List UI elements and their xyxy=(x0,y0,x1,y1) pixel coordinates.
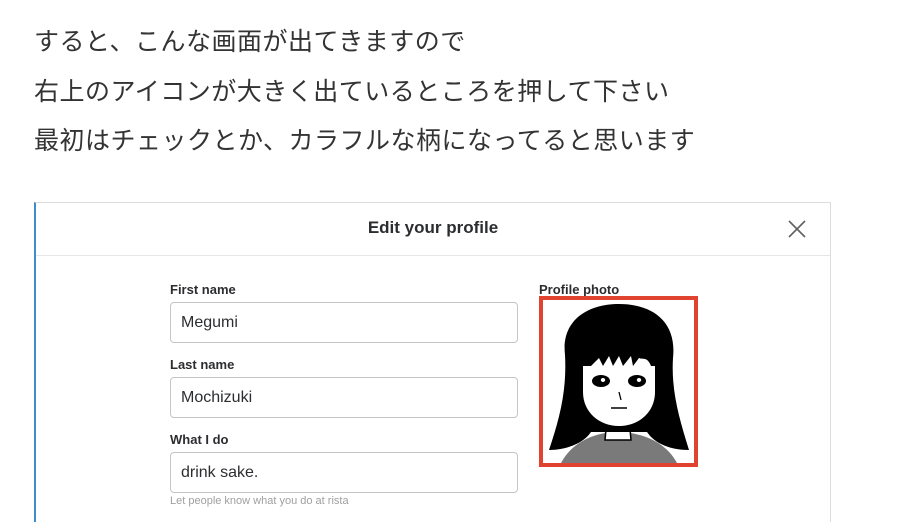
modal-header: Edit your profile xyxy=(36,203,830,256)
close-x-icon xyxy=(788,220,806,238)
edit-profile-modal: Edit your profile First name Last name W… xyxy=(34,202,831,522)
profile-avatar-illustration xyxy=(543,300,694,463)
last-name-label: Last name xyxy=(170,357,235,372)
what-i-do-label: What I do xyxy=(170,432,229,447)
article-line-1: すると、こんな画面が出てきますので xyxy=(34,27,466,56)
what-i-do-input[interactable] xyxy=(170,452,518,493)
first-name-label: First name xyxy=(170,282,236,297)
profile-photo-button[interactable] xyxy=(539,296,698,467)
article-line-3: 最初はチェックとか、カラフルな柄になってると思います xyxy=(34,126,696,155)
profile-photo-label: Profile photo xyxy=(539,282,620,297)
modal-title: Edit your profile xyxy=(367,218,499,237)
article-line-2: 右上のアイコンが大きく出ているところを押して下さい xyxy=(34,77,670,106)
last-name-input[interactable] xyxy=(170,377,518,418)
first-name-input[interactable] xyxy=(170,302,518,343)
close-button[interactable] xyxy=(786,218,808,240)
what-i-do-hint: Let people know what you do at rista xyxy=(170,495,349,507)
